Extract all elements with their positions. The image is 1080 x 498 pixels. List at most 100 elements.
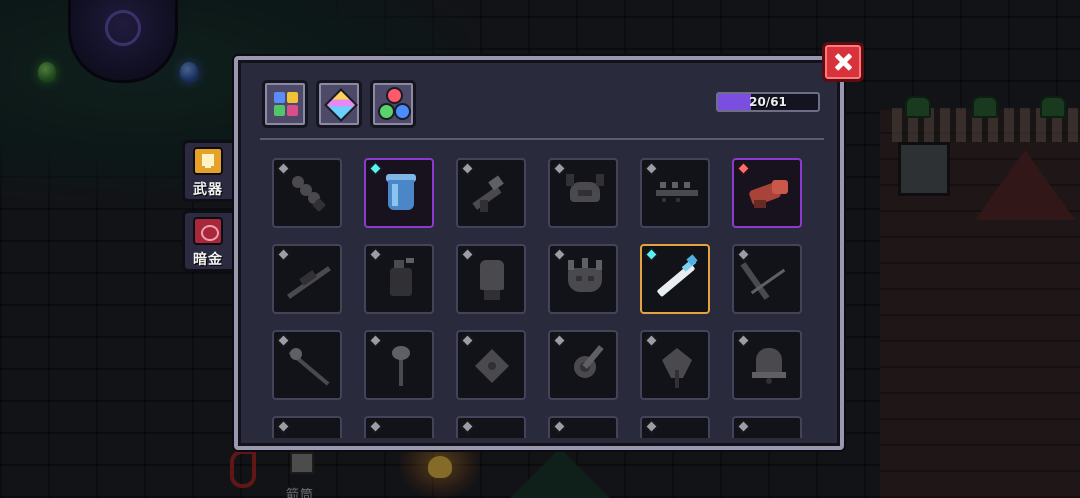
wand-icon xyxy=(366,332,432,398)
sprite-part xyxy=(568,260,574,270)
tab-weapons[interactable]: 武器 xyxy=(182,140,238,202)
weapon-slot[interactable] xyxy=(548,244,618,314)
sprite-part xyxy=(480,200,488,212)
sprite-part xyxy=(399,358,403,386)
sprite-part xyxy=(754,200,766,208)
stone-gun-icon xyxy=(458,160,524,226)
weapon-slot[interactable] xyxy=(272,416,342,438)
ice-sword-icon xyxy=(642,246,708,312)
sprite-part xyxy=(582,258,588,268)
weapon-slot[interactable] xyxy=(364,416,434,438)
weapon-slot[interactable] xyxy=(364,244,434,314)
sprite-part xyxy=(392,346,410,360)
orb xyxy=(378,103,395,120)
sprite-part xyxy=(488,175,504,191)
weapon-slot[interactable] xyxy=(732,330,802,400)
sprite-part xyxy=(588,276,594,281)
spray-can-icon xyxy=(366,246,432,312)
tab-dark-gold-label: 暗金 xyxy=(193,252,223,268)
close-button[interactable] xyxy=(822,42,864,82)
spiked-club-icon xyxy=(274,160,340,226)
sprite-part xyxy=(578,190,592,196)
sprite-part xyxy=(406,258,414,263)
blue-bucket-icon xyxy=(366,160,432,226)
weapon-slot[interactable] xyxy=(640,158,710,228)
sprite-part xyxy=(660,182,666,188)
sprite-part xyxy=(290,348,302,360)
sprite-part xyxy=(656,190,698,196)
weapon-slot[interactable] xyxy=(272,158,342,228)
weapon-slot[interactable] xyxy=(548,416,618,438)
horned-helmet-icon xyxy=(550,160,616,226)
unknown-item-icon xyxy=(274,418,340,438)
collection-count: 20/61 xyxy=(749,95,787,109)
crown-mask-icon xyxy=(550,246,616,312)
gear-axe-icon xyxy=(550,332,616,398)
weapon-grid xyxy=(238,150,840,438)
sprite-part xyxy=(480,260,504,290)
sprite-part xyxy=(766,378,772,384)
sprite-part xyxy=(488,362,496,370)
unknown-item-icon xyxy=(458,418,524,438)
shuriken-icon xyxy=(458,332,524,398)
filter-rarity-button[interactable] xyxy=(316,80,362,128)
red-cannon-icon xyxy=(734,160,800,226)
sprite-part xyxy=(672,182,678,188)
unknown-item-icon xyxy=(642,418,708,438)
weapon-slot[interactable] xyxy=(548,158,618,228)
sprite-part xyxy=(676,198,680,202)
sprite-part xyxy=(390,268,412,296)
sprite-part xyxy=(596,260,602,270)
tab-weapons-label: 武器 xyxy=(193,182,223,198)
sprite-part xyxy=(596,174,604,186)
weapon-slot[interactable] xyxy=(456,330,526,400)
weapon-slot[interactable] xyxy=(364,330,434,400)
claw-staff-icon xyxy=(642,332,708,398)
unknown-item-icon xyxy=(734,418,800,438)
orb xyxy=(394,103,411,120)
staff-icon xyxy=(274,332,340,398)
weapon-slot[interactable] xyxy=(640,416,710,438)
sprite-part xyxy=(566,174,574,186)
rainbow-gem-icon xyxy=(324,88,358,122)
sprite-part xyxy=(675,370,679,388)
weapon-slot[interactable] xyxy=(364,158,434,228)
bow-icon xyxy=(734,246,800,312)
rifle-icon xyxy=(274,246,340,312)
stone-fist-icon xyxy=(458,246,524,312)
sprite-part xyxy=(392,184,398,206)
unknown-item-icon xyxy=(366,418,432,438)
weapon-slot[interactable] xyxy=(732,244,802,314)
weapon-slot[interactable] xyxy=(640,330,710,400)
weapon-slot[interactable] xyxy=(272,244,342,314)
weapon-slot[interactable] xyxy=(732,158,802,228)
weapon-slot[interactable] xyxy=(456,416,526,438)
filter-all-button[interactable] xyxy=(262,80,308,128)
sprite-part xyxy=(576,276,582,281)
sprite-part xyxy=(484,290,500,300)
grid-cell xyxy=(274,105,285,116)
tab-dark-gold[interactable]: 暗金 xyxy=(182,210,238,272)
grid-cell xyxy=(287,105,298,116)
weapon-slot[interactable] xyxy=(456,244,526,314)
weapon-slot[interactable] xyxy=(272,330,342,400)
unknown-item-icon xyxy=(550,418,616,438)
filter-element-button[interactable] xyxy=(370,80,416,128)
divider xyxy=(260,138,824,140)
weapon-slot[interactable] xyxy=(640,244,710,314)
weapon-slot[interactable] xyxy=(732,416,802,438)
sprite-part xyxy=(772,180,788,194)
tri-orb-icon xyxy=(386,87,403,104)
sprite-part xyxy=(684,182,690,188)
sprite-part xyxy=(568,268,602,292)
dark-gold-tab-icon xyxy=(193,217,223,245)
collection-progress: 20/61 xyxy=(716,92,820,112)
weapon-tab-icon xyxy=(193,147,223,175)
collection-panel: 20/61 xyxy=(234,56,844,450)
weapon-slot[interactable] xyxy=(456,158,526,228)
bell-icon xyxy=(734,332,800,398)
four-color-grid-icon xyxy=(274,92,285,103)
weapon-slot[interactable] xyxy=(548,330,618,400)
sprite-part xyxy=(662,198,666,202)
sprite-part xyxy=(394,260,404,268)
